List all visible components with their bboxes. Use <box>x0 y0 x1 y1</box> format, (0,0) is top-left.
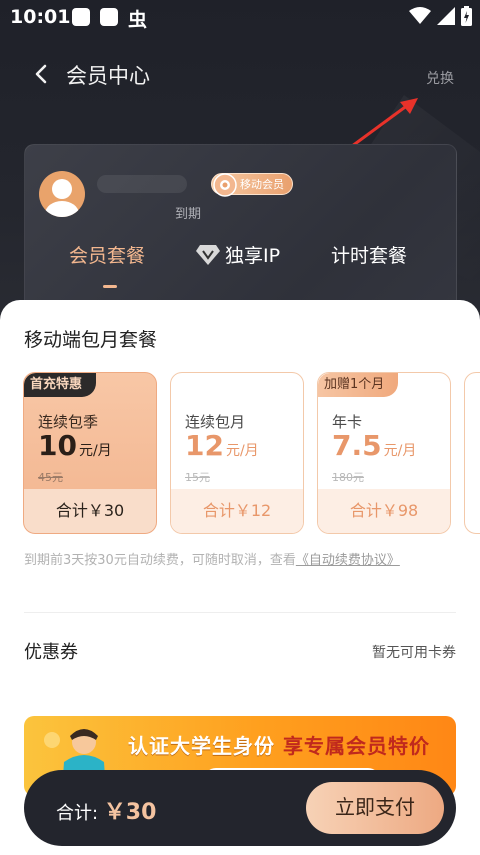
plan-price: 10 元/月 <box>38 429 112 462</box>
plan-total: 合计￥98 <box>318 489 450 533</box>
coupon-label: 优惠券 <box>24 642 78 663</box>
notification-icon <box>72 8 90 26</box>
pay-bar: 合计: ￥30 立即支付 <box>24 770 456 846</box>
pay-total-label: 合计: <box>56 803 104 824</box>
user-name-blurred <box>97 175 187 193</box>
page-title: 会员中心 <box>66 64 150 88</box>
plan-list[interactable]: 首充特惠 连续包季 10 元/月 45元 合计￥30 连续包月 12 元/月 1… <box>23 372 480 536</box>
banner-text: 认证大学生身份 享专属会员特价 <box>128 730 430 759</box>
plan-card-yearly[interactable]: 加赠1个月 年卡 7.5 元/月 180元 合计￥98 <box>317 372 451 534</box>
price-number: 12 <box>185 429 224 462</box>
price-number: 7.5 <box>332 429 382 462</box>
original-price: 180元 <box>332 471 364 484</box>
coupon-value[interactable]: 暂无可用卡券 <box>372 642 456 662</box>
plan-total: 合计￥30 <box>24 489 156 533</box>
tab-member-package[interactable]: 会员套餐 <box>69 241 145 268</box>
section-title: 移动端包月套餐 <box>24 329 158 351</box>
expire-text: 到期 <box>175 207 202 222</box>
battery-icon <box>461 6 472 26</box>
price-unit: 元/月 <box>225 443 259 459</box>
auto-renew-note: 到期前3天按30元自动续费，可随时取消，查看《自动续费协议》 <box>24 550 444 571</box>
back-icon[interactable] <box>30 62 54 86</box>
plan-card-monthly[interactable]: 连续包月 12 元/月 15元 合计￥12 <box>170 372 304 534</box>
plan-total: 合计￥12 <box>171 489 303 533</box>
banner-highlight: 享专属会员特价 <box>282 734 430 758</box>
pay-now-button[interactable]: 立即支付 <box>306 782 444 834</box>
status-indicators <box>409 6 472 26</box>
agreement-link[interactable]: 《自动续费协议》 <box>296 553 400 568</box>
price-number: 10 <box>38 429 77 462</box>
signal-icon <box>437 7 455 25</box>
tab-label: 独享IP <box>225 245 281 267</box>
tab-label: 计时套餐 <box>331 245 408 267</box>
badge-gear-icon <box>213 173 237 197</box>
member-card: 移动会员 到期 会员套餐 独享IP 计时套餐 <box>24 144 457 314</box>
status-bar: 10:01 虫 <box>0 0 480 36</box>
exchange-button[interactable]: 兑换 <box>426 68 454 88</box>
wifi-icon <box>409 7 431 24</box>
mobile-member-badge: 移动会员 <box>211 173 293 197</box>
diamond-icon <box>196 244 220 265</box>
tab-label: 会员套餐 <box>69 245 146 267</box>
banner-prefix: 认证大学生身份 <box>128 734 283 758</box>
notification-icon <box>100 8 118 26</box>
original-price: 15元 <box>185 471 210 484</box>
tab-bar: 会员套餐 独享IP 计时套餐 <box>25 241 456 291</box>
plan-card-more[interactable] <box>464 372 480 534</box>
avatar[interactable] <box>39 171 85 217</box>
divider <box>24 612 456 613</box>
plan-tag: 加赠1个月 <box>318 373 399 397</box>
pay-total: 合计: ￥30 <box>56 794 156 826</box>
tab-indicator <box>103 285 117 288</box>
note-text: 到期前3天按30元自动续费，可随时取消，查看 <box>24 553 296 568</box>
status-time: 10:01 <box>10 6 71 28</box>
tab-timed-package[interactable]: 计时套餐 <box>331 241 407 268</box>
pay-total-amount: ￥30 <box>103 800 157 825</box>
plan-card-quarterly[interactable]: 首充特惠 连续包季 10 元/月 45元 合计￥30 <box>23 372 157 534</box>
price-unit: 元/月 <box>383 443 417 459</box>
plan-price: 7.5 元/月 <box>332 429 416 462</box>
bug-icon: 虫 <box>128 9 148 31</box>
price-unit: 元/月 <box>78 443 112 459</box>
badge-label: 移动会员 <box>240 178 284 191</box>
tab-exclusive-ip[interactable]: 独享IP <box>195 241 280 268</box>
plan-tag: 首充特惠 <box>24 373 97 397</box>
plan-price: 12 元/月 <box>185 429 259 462</box>
original-price: 45元 <box>38 471 63 484</box>
